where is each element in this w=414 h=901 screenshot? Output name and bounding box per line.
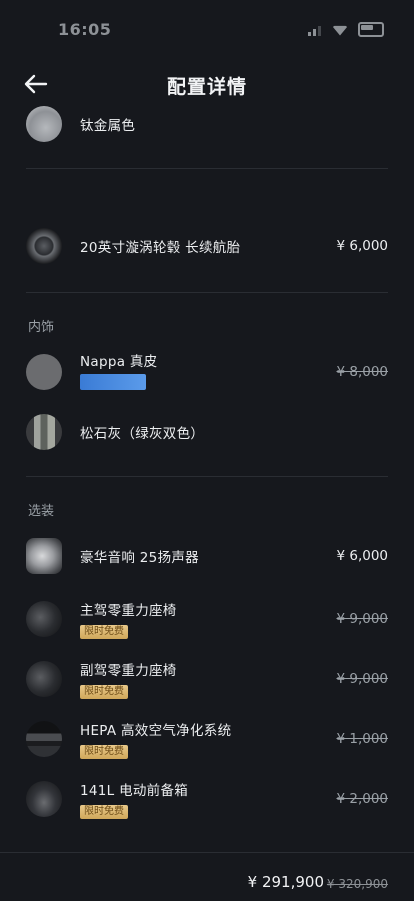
option-price: ¥ 6,000: [336, 548, 388, 564]
paint-swatch: [26, 106, 62, 142]
interior-section-title: 内饰: [28, 320, 55, 335]
status-bar: 16:05: [0, 0, 414, 56]
signal-icon: [308, 24, 322, 36]
option-price: ¥ 1,000: [336, 731, 388, 747]
blue-tag: [80, 374, 146, 390]
seat-thumbnail: [26, 661, 62, 697]
option-price: ¥ 2,000: [336, 791, 388, 807]
option-label: 主驾零重力座椅: [80, 603, 177, 619]
battery-icon: [358, 22, 384, 37]
option-label: 副驾零重力座椅: [80, 663, 177, 679]
total-price: ¥ 291,900: [247, 873, 324, 891]
speaker-thumbnail: [26, 538, 62, 574]
interior-item-price: ¥ 8,000: [336, 364, 388, 380]
interior-item[interactable]: Nappa 真皮 ¥ 8,000: [26, 350, 388, 394]
option-price: ¥ 9,000: [336, 671, 388, 687]
option-label: 141L 电动前备箱: [80, 783, 189, 799]
price-footer: ¥ 291,900 ¥ 320,900: [0, 852, 414, 901]
free-badge: 限时免费: [80, 805, 128, 819]
option-item[interactable]: 豪华音响 25扬声器 ¥ 6,000: [26, 536, 388, 576]
color-swatch: [26, 414, 62, 450]
status-time: 16:05: [58, 20, 112, 39]
status-icons: [308, 22, 384, 37]
paint-label: 钛金属色: [80, 118, 136, 134]
option-price: ¥ 9,000: [336, 611, 388, 627]
air-purifier-thumbnail: [26, 721, 62, 757]
free-badge: 限时免费: [80, 625, 128, 639]
options-section-title: 选装: [28, 504, 55, 519]
original-price: ¥ 320,900: [326, 877, 388, 891]
divider: [26, 476, 388, 477]
paint-row[interactable]: 钛金属色: [26, 104, 388, 144]
option-item[interactable]: 141L 电动前备箱 限时免费 ¥ 2,000: [26, 776, 388, 822]
option-item[interactable]: 副驾零重力座椅 限时免费 ¥ 9,000: [26, 656, 388, 702]
option-label: 豪华音响 25扬声器: [80, 550, 199, 566]
option-label: HEPA 高效空气净化系统: [80, 723, 232, 739]
seat-thumbnail: [26, 601, 62, 637]
free-badge: 限时免费: [80, 685, 128, 699]
divider: [26, 168, 388, 169]
wheels-price: ¥ 6,000: [336, 238, 388, 254]
interior-item-label: 松石灰（绿灰双色）: [80, 426, 205, 442]
wheel-thumbnail: [26, 228, 62, 264]
wheels-row[interactable]: 20英寸漩涡轮毂 长续航胎 ¥ 6,000: [26, 226, 388, 266]
wheels-label: 20英寸漩涡轮毂 长续航胎: [80, 240, 241, 256]
interior-item-label: Nappa 真皮: [80, 354, 158, 370]
frunk-thumbnail: [26, 781, 62, 817]
page-title: 配置详情: [166, 76, 247, 98]
leather-swatch: [26, 354, 62, 390]
option-item[interactable]: HEPA 高效空气净化系统 限时免费 ¥ 1,000: [26, 716, 388, 762]
option-item[interactable]: 主驾零重力座椅 限时免费 ¥ 9,000: [26, 596, 388, 642]
interior-item[interactable]: 松石灰（绿灰双色）: [26, 412, 388, 452]
free-badge: 限时免费: [80, 745, 128, 759]
divider: [26, 292, 388, 293]
header: 配置详情: [0, 64, 414, 108]
wifi-icon: [332, 25, 348, 36]
